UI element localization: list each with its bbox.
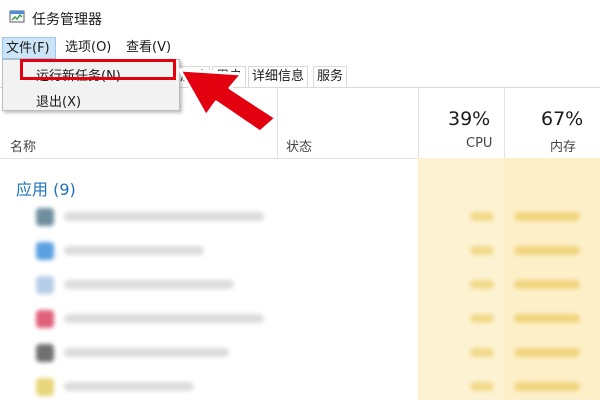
task-manager-icon <box>9 10 25 23</box>
cpu-total-percent[interactable]: 39% <box>448 108 490 130</box>
menu-options[interactable]: 选项(O) <box>63 37 113 59</box>
app-icon <box>36 276 54 294</box>
process-cpu-blurred <box>470 314 494 323</box>
process-row[interactable] <box>0 336 600 370</box>
process-name-blurred <box>64 280 234 289</box>
process-cpu-blurred <box>470 280 494 289</box>
process-name-blurred <box>64 212 264 221</box>
process-memory-blurred <box>514 280 580 289</box>
process-cpu-blurred <box>470 212 494 221</box>
process-name-blurred <box>64 314 264 323</box>
column-cpu-header[interactable]: CPU <box>466 136 492 151</box>
column-divider[interactable] <box>504 88 505 158</box>
process-memory-blurred <box>514 212 580 221</box>
app-icon <box>36 310 54 328</box>
menu-file[interactable]: 文件(F) <box>2 37 56 59</box>
process-cpu-blurred <box>470 246 494 255</box>
annotation-arrow-icon <box>178 68 278 134</box>
app-icon <box>36 344 54 362</box>
window-title: 任务管理器 <box>32 12 102 28</box>
process-memory-blurred <box>514 314 580 323</box>
process-row[interactable] <box>0 268 600 302</box>
process-row[interactable] <box>0 234 600 268</box>
menu-item-exit[interactable]: 退出(X) <box>36 91 81 110</box>
process-memory-blurred <box>514 382 580 391</box>
process-memory-blurred <box>514 348 580 357</box>
column-memory-header[interactable]: 内存 <box>550 136 576 155</box>
app-icon <box>36 378 54 396</box>
process-cpu-blurred <box>470 348 494 357</box>
process-cpu-blurred <box>470 382 494 391</box>
process-name-blurred <box>64 246 204 255</box>
column-status-header[interactable]: 状态 <box>286 136 312 155</box>
process-row[interactable] <box>0 200 600 234</box>
annotation-highlight-box <box>20 59 176 80</box>
app-icon <box>36 242 54 260</box>
tab-services[interactable]: 服务 <box>313 66 348 87</box>
process-memory-blurred <box>514 246 580 255</box>
title-bar: 任务管理器 <box>0 0 600 36</box>
process-row[interactable] <box>0 302 600 336</box>
process-name-blurred <box>64 382 194 391</box>
app-icon <box>36 208 54 226</box>
process-row[interactable] <box>0 370 600 404</box>
memory-total-percent[interactable]: 67% <box>541 108 583 130</box>
group-header-apps[interactable]: 应用 (9) <box>16 176 76 200</box>
column-divider[interactable] <box>418 88 419 158</box>
menu-view[interactable]: 查看(V) <box>124 37 173 59</box>
column-name-header[interactable]: 名称 <box>10 136 36 155</box>
process-name-blurred <box>64 348 229 357</box>
menu-bar: 文件(F) 选项(O) 查看(V) <box>0 37 600 59</box>
